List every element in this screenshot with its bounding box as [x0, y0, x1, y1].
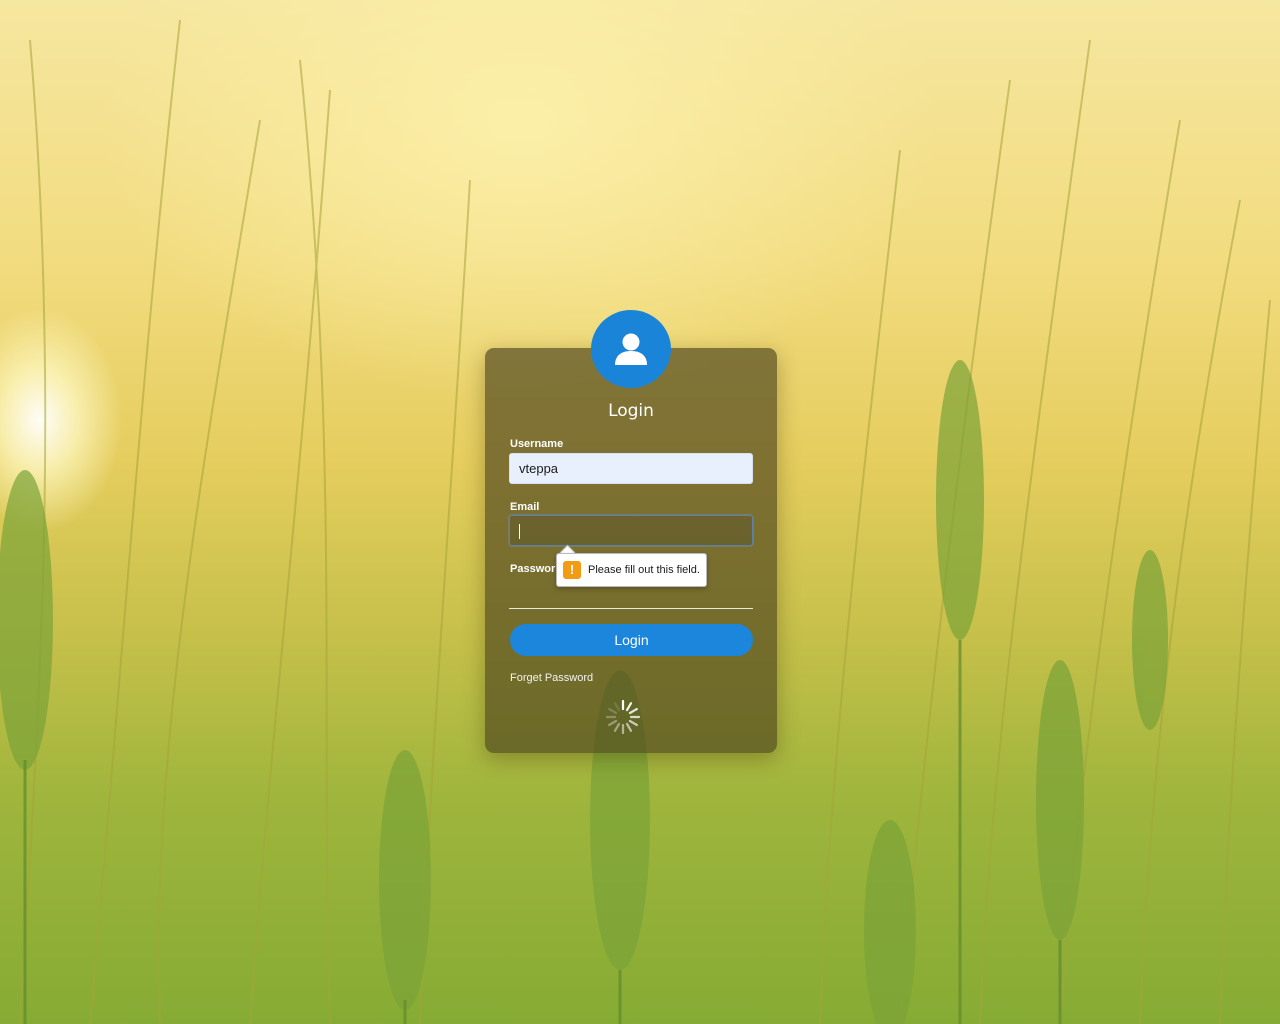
user-avatar	[591, 310, 671, 388]
user-icon	[615, 333, 647, 365]
password-input[interactable]	[509, 608, 753, 609]
login-button[interactable]: Login	[510, 624, 753, 656]
username-input[interactable]: vteppa	[509, 453, 753, 484]
validation-tooltip: ! Please fill out this field.	[556, 553, 707, 587]
warning-icon: !	[563, 561, 581, 579]
email-label: Email	[510, 501, 540, 513]
forget-password-link[interactable]: Forget Password	[510, 672, 593, 684]
username-value: vteppa	[519, 461, 559, 476]
password-label: Passwor	[510, 563, 556, 575]
username-label: Username	[510, 438, 564, 450]
email-input[interactable]	[509, 515, 753, 546]
validation-message: Please fill out this field.	[588, 564, 700, 576]
text-caret	[519, 524, 520, 540]
login-title: Login	[608, 401, 654, 421]
loading-spinner-icon	[605, 699, 641, 735]
